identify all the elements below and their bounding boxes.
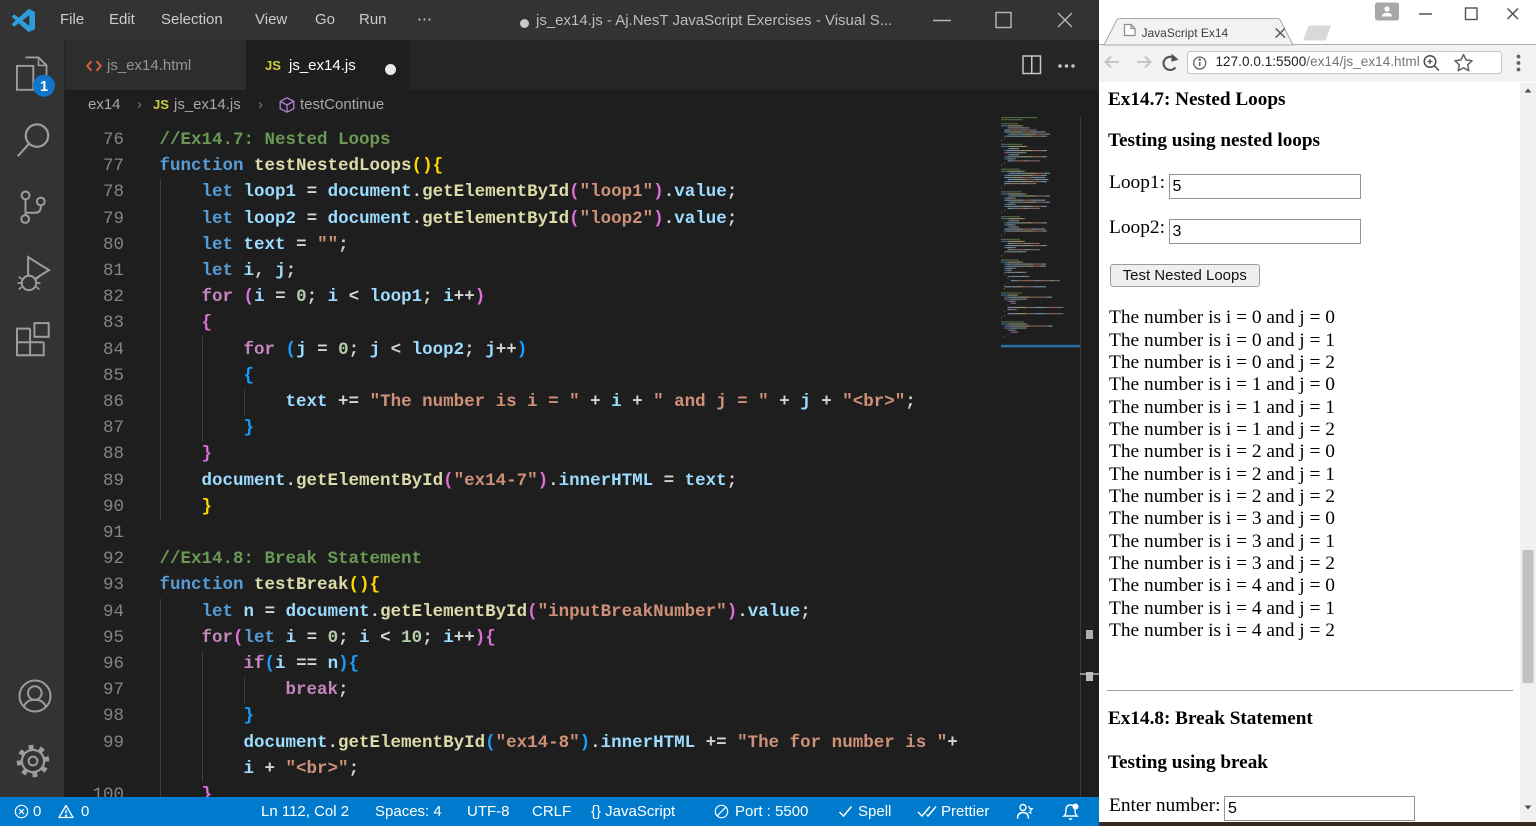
svg-text:1: 1 [40, 79, 48, 95]
